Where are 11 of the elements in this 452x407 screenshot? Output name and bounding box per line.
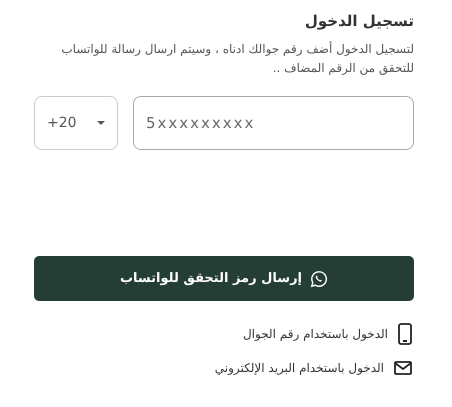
country-code-select[interactable]: +20 [34,96,118,150]
envelope-icon [394,361,412,376]
email-login-link[interactable]: الدخول باستخدام البريد الإلكتروني [34,359,414,378]
mobile-phone-icon [398,323,412,346]
whatsapp-icon [310,270,328,288]
whatsapp-send-button[interactable]: إرسال رمز التحقق للواتساب [34,256,414,302]
description-text: لتسجيل الدخول أضف رقم جوالك ادناه ، وسيتم ارسال رسالة للواتساب للتحقق من الرقم المضاف .. [60,40,414,78]
phone-field[interactable]: 5xxxxxxxxx [133,96,414,150]
phone-login-link[interactable]: الدخول باستخدام رقم الجوال [34,323,414,346]
page-title: تسجيل الدخول [304,12,414,30]
caret-icon [97,121,105,126]
